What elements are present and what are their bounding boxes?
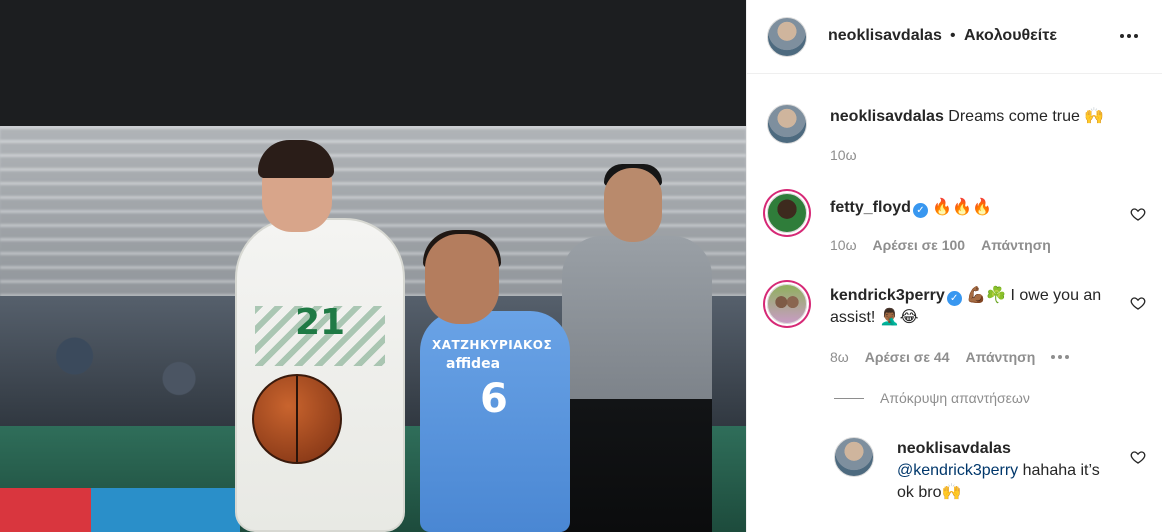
referee-head bbox=[604, 168, 662, 242]
caption-meta: 10ω bbox=[830, 147, 857, 163]
comment-username[interactable]: kendrick3perry bbox=[830, 287, 945, 304]
comment-likes[interactable]: Αρέσει σε 100 bbox=[873, 237, 966, 253]
reply-comment: neoklisavdalas @kendrick3perry hahaha it… bbox=[897, 438, 1107, 504]
comment-kendrick: kendrick3perry ✓ 💪🏾☘️ I owe you an assist… bbox=[830, 285, 1115, 329]
comment-likes[interactable]: Αρέσει σε 44 bbox=[865, 349, 950, 365]
commenter-avatar-fetty[interactable] bbox=[767, 193, 807, 233]
reply-button[interactable]: Απάντηση bbox=[966, 349, 1036, 365]
comment-time[interactable]: 10ω bbox=[830, 237, 857, 253]
heart-outline-icon[interactable] bbox=[1130, 295, 1146, 311]
caption-time[interactable]: 10ω bbox=[830, 147, 857, 163]
author-username[interactable]: neoklisavdalas bbox=[828, 27, 942, 45]
reply-avatar[interactable] bbox=[834, 437, 874, 477]
hide-replies-label: Απόκρυψη απαντήσεων bbox=[880, 390, 1030, 406]
referee bbox=[562, 236, 712, 532]
comment-fetty: fetty_floyd ✓ 🔥🔥🔥 bbox=[830, 197, 1120, 219]
heart-outline-icon[interactable] bbox=[1130, 206, 1146, 222]
more-options-icon[interactable] bbox=[1117, 24, 1141, 48]
hide-replies-button[interactable]: Απόκρυψη απαντήσεων bbox=[834, 390, 1030, 406]
caption-text: Dreams come true 🙌 bbox=[948, 108, 1105, 125]
heart-outline-icon[interactable] bbox=[1130, 449, 1146, 465]
follow-status-button[interactable]: Ακολουθείτε bbox=[964, 27, 1057, 45]
comment-username[interactable]: fetty_floyd bbox=[830, 199, 911, 216]
reply-username[interactable]: neoklisavdalas bbox=[897, 440, 1011, 457]
caption-avatar[interactable] bbox=[767, 104, 807, 144]
comment-meta: 8ω Αρέσει σε 44 Απάντηση bbox=[830, 349, 1070, 365]
basketball bbox=[252, 374, 342, 464]
green-player-jersey bbox=[235, 218, 405, 532]
comment-meta: 10ω Αρέσει σε 100 Απάντηση bbox=[830, 237, 1051, 253]
post-header: neoklisavdalas • Ακολουθείτε bbox=[747, 0, 1162, 74]
comment-text: 🔥🔥🔥 bbox=[932, 199, 993, 216]
verified-badge-icon: ✓ bbox=[946, 291, 962, 306]
post-side-panel: neoklisavdalas • Ακολουθείτε neoklisavda… bbox=[746, 0, 1162, 532]
verified-badge-icon: ✓ bbox=[912, 203, 928, 218]
comment-options-icon[interactable] bbox=[1051, 355, 1070, 359]
reply-button[interactable]: Απάντηση bbox=[981, 237, 1051, 253]
caption: neoklisavdalas Dreams come true 🙌 bbox=[830, 106, 1120, 128]
blue-player-number: 6 bbox=[480, 376, 508, 422]
post-photo: 21 ΧΑΤΖΗΚΥΡΙΑΚΟΣ affidea 6 bbox=[0, 126, 746, 532]
caption-username[interactable]: neoklisavdalas bbox=[830, 108, 944, 125]
blue-player-name: ΧΑΤΖΗΚΥΡΙΑΚΟΣ bbox=[432, 338, 553, 352]
ad-board bbox=[0, 488, 240, 532]
header-separator: • bbox=[950, 27, 956, 44]
blue-player-sponsor: affidea bbox=[446, 356, 501, 372]
post-media[interactable]: 21 ΧΑΤΖΗΚΥΡΙΑΚΟΣ affidea 6 bbox=[0, 0, 746, 532]
commenter-avatar-kendrick[interactable] bbox=[767, 284, 807, 324]
blue-player-head bbox=[425, 234, 499, 324]
green-player-number: 21 bbox=[295, 302, 346, 343]
author-avatar[interactable] bbox=[767, 17, 807, 57]
comment-time[interactable]: 8ω bbox=[830, 349, 849, 365]
divider-line bbox=[834, 397, 864, 399]
reply-mention[interactable]: @kendrick3perry bbox=[897, 462, 1018, 479]
